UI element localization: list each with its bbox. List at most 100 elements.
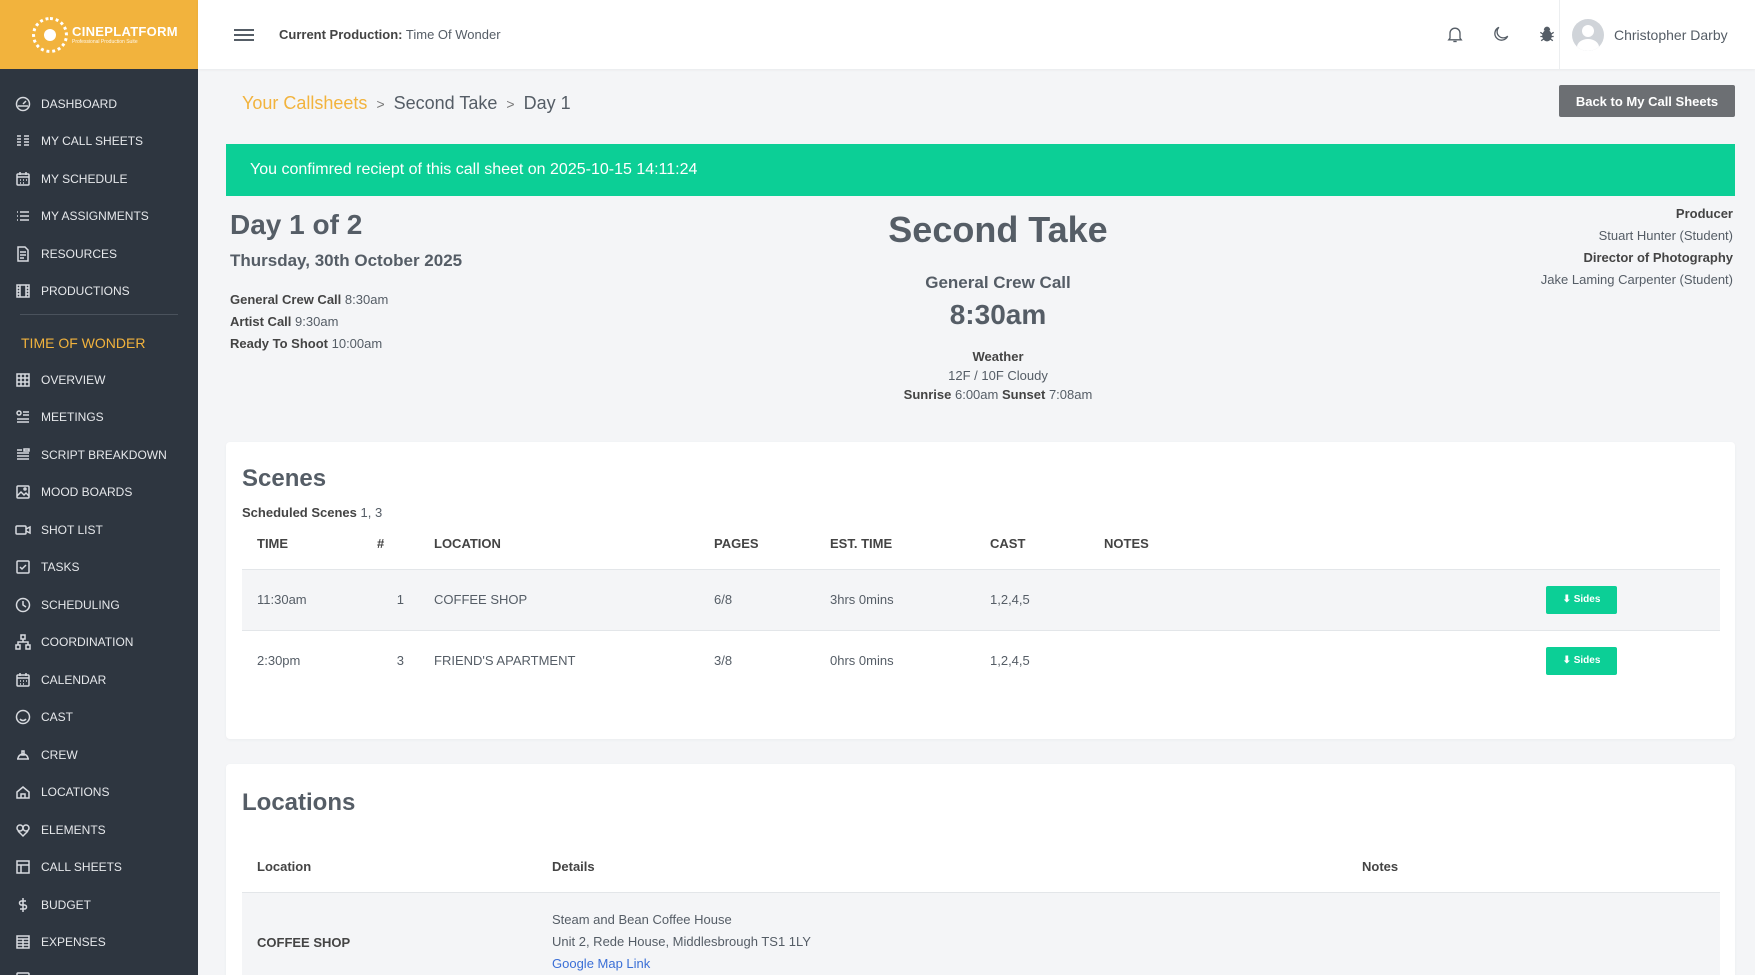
- user-menu[interactable]: Christopher Darby: [1559, 0, 1755, 69]
- breadcrumb-day: Day 1: [523, 93, 571, 113]
- sidebar-item-expenses[interactable]: EXPENSES: [0, 924, 198, 962]
- scheduled-scenes: Scheduled Scenes 1, 3: [242, 505, 382, 520]
- image-icon: [15, 484, 31, 500]
- locations-table: Location Details Notes COFFEE SHOP Steam…: [242, 842, 1720, 975]
- sun-times: Sunrise 6:00am Sunset 7:08am: [698, 387, 1298, 402]
- locations-title: Locations: [242, 789, 356, 816]
- column-header: EST. TIME: [815, 519, 975, 570]
- hierarchy-icon: [15, 634, 31, 650]
- download-sides-button[interactable]: ⬇ Sides: [1546, 646, 1617, 675]
- sidebar-item-call-sheets[interactable]: CALL SHEETS: [0, 849, 198, 887]
- sidebar-item-productions[interactable]: PRODUCTIONS: [0, 273, 198, 311]
- column-header-actions: [1531, 519, 1720, 570]
- sidebar-item-label: CREW: [41, 747, 78, 762]
- call-value: 9:30am: [295, 314, 339, 329]
- sidebar-item-contacts[interactable]: CONTACTS: [0, 961, 198, 975]
- scenes-card: Scenes Scheduled Scenes 1, 3 TIME # LOCA…: [226, 442, 1735, 739]
- sidebar-item-my-schedule[interactable]: MY SCHEDULE: [0, 160, 198, 198]
- table-row: 2:30pm 3 FRIEND'S APARTMENT 3/8 0hrs 0mi…: [242, 630, 1720, 691]
- dollar-icon: [15, 897, 31, 913]
- main-content: Your Callsheets > Second Take > Day 1 Ba…: [198, 69, 1755, 975]
- sidebar-item-calendar[interactable]: CALENDAR: [0, 661, 198, 699]
- scene-cast: 1,2,4,5: [990, 653, 1030, 669]
- call-times: General Crew Call 8:30am Artist Call 9:3…: [230, 289, 462, 355]
- call-label: General Crew Call: [230, 292, 342, 307]
- locations-card: Locations Location Details Notes COFFEE …: [226, 764, 1735, 975]
- sidebar-item-overview[interactable]: OVERVIEW: [0, 361, 198, 399]
- sunrise-label: Sunrise: [903, 387, 952, 402]
- sidebar-item-tasks[interactable]: TASKS: [0, 549, 198, 587]
- location-notes: [1347, 892, 1720, 975]
- main-nav: DASHBOARD MY CALL SHEETS MY SCHEDULE MY ASS…: [0, 85, 198, 310]
- day-info: Day 1 of 2 Thursday, 30th October 2025 G…: [230, 209, 462, 355]
- sidebar-item-label: LOCATIONS: [41, 785, 110, 800]
- current-production-name: Time Of Wonder: [405, 27, 501, 42]
- smile-icon: [15, 709, 31, 725]
- scheduled-scenes-value: 1, 3: [360, 505, 383, 520]
- sidebar-item-label: RESOURCES: [41, 246, 118, 261]
- brand-header[interactable]: CINEPLATFORM Professional Production Sui…: [0, 0, 198, 69]
- back-to-call-sheets-button[interactable]: Back to My Call Sheets: [1559, 85, 1735, 117]
- avatar: [1572, 18, 1604, 51]
- sidebar-item-locations[interactable]: LOCATIONS: [0, 774, 198, 812]
- sidebar-item-label: COORDINATION: [41, 635, 134, 650]
- location-address: Unit 2, Rede House, Middlesbrough TS1 1L…: [552, 934, 811, 949]
- breadcrumb-callsheets-link[interactable]: Your Callsheets: [242, 93, 367, 113]
- producer-value: Stuart Hunter (Student): [1598, 228, 1733, 243]
- call-label: Artist Call: [230, 314, 292, 329]
- calendar-icon: [15, 672, 31, 688]
- sidebar-item-script-breakdown[interactable]: SCRIPT BREAKDOWN: [0, 436, 198, 474]
- menu-toggle-icon[interactable]: [234, 26, 254, 44]
- sunset-value: 7:08am: [1048, 387, 1093, 402]
- sidebar-item-cast[interactable]: CAST: [0, 699, 198, 737]
- sunrise-value: 6:00am: [954, 387, 999, 402]
- scene-est-time: 3hrs 0mins: [815, 569, 975, 631]
- grid-icon: [15, 372, 31, 388]
- table-row: COFFEE SHOP Steam and Bean Coffee House …: [242, 892, 1720, 975]
- sidebar-item-dashboard[interactable]: DASHBOARD: [0, 85, 198, 123]
- column-header: Details: [537, 842, 1347, 893]
- sidebar-item-coordination[interactable]: COORDINATION: [0, 624, 198, 662]
- film-icon: [15, 283, 31, 299]
- call-value: 8:30am: [344, 292, 389, 307]
- sidebar-item-label: DASHBOARD: [41, 96, 118, 111]
- call-value: 10:00am: [331, 336, 383, 351]
- meetings-icon: [15, 409, 31, 425]
- table-icon: [15, 859, 31, 875]
- scenes-title: Scenes: [242, 465, 327, 492]
- sidebar-item-my-call-sheets[interactable]: MY CALL SHEETS: [0, 123, 198, 161]
- sidebar-item-meetings[interactable]: MEETINGS: [0, 399, 198, 437]
- sidebar-item-my-assignments[interactable]: MY ASSIGNMENTS: [0, 198, 198, 236]
- confirmation-alert: You confimred reciept of this call sheet…: [226, 144, 1735, 196]
- bell-icon[interactable]: [1443, 22, 1467, 46]
- sidebar-item-elements[interactable]: ELEMENTS: [0, 811, 198, 849]
- column-header: Location: [242, 842, 537, 893]
- film-reel-logo-icon: [32, 16, 68, 53]
- column-header: PAGES: [699, 519, 815, 570]
- sidebar-item-resources[interactable]: RESOURCES: [0, 235, 198, 273]
- column-header: CAST: [975, 519, 1089, 570]
- breadcrumb-project: Second Take: [393, 93, 498, 113]
- nav-divider: [20, 314, 178, 315]
- moon-icon[interactable]: [1489, 22, 1513, 46]
- general-crew-call-time: 8:30am: [949, 299, 1047, 330]
- current-production-label: Current Production:: [279, 27, 403, 42]
- production-section-title: TIME OF WONDER: [21, 335, 146, 351]
- download-sides-button[interactable]: ⬇ Sides: [1546, 585, 1617, 614]
- call-time-row: Artist Call 9:30am: [230, 311, 462, 333]
- bug-icon[interactable]: [1535, 22, 1559, 46]
- day-title: Day 1 of 2: [230, 209, 363, 240]
- google-map-link[interactable]: Google Map Link: [552, 953, 1347, 975]
- location-details: Steam and Bean Coffee House Unit 2, Rede…: [537, 892, 1347, 975]
- sidebar-item-label: MY SCHEDULE: [41, 171, 128, 186]
- weather-value: 12F / 10F Cloudy: [948, 368, 1048, 383]
- sidebar-item-scheduling[interactable]: SCHEDULING: [0, 586, 198, 624]
- scheduled-scenes-label: Scheduled Scenes: [242, 505, 357, 520]
- general-crew-call-label: General Crew Call: [925, 273, 1071, 292]
- breakdown-icon: [15, 447, 31, 463]
- sidebar-item-shot-list[interactable]: SHOT LIST: [0, 511, 198, 549]
- sidebar-item-budget[interactable]: BUDGET: [0, 886, 198, 924]
- sidebar-item-crew[interactable]: CREW: [0, 736, 198, 774]
- calendar-icon: [15, 171, 31, 187]
- sidebar-item-mood-boards[interactable]: MOOD BOARDS: [0, 474, 198, 512]
